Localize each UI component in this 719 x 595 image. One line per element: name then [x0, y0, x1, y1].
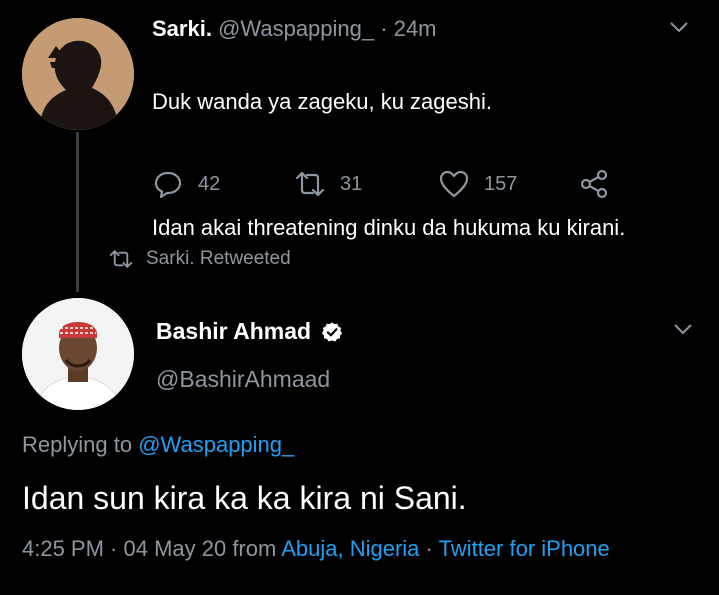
tweet1-author-handle[interactable]: @Waspapping_: [218, 16, 374, 41]
profile-photo-image: [22, 298, 134, 410]
tweet1-line2: Idan akai threatening dinku da hukuma ku…: [152, 215, 626, 240]
sarki-avatar[interactable]: [22, 18, 134, 130]
replying-to: Replying to @Waspapping_: [22, 432, 294, 458]
meta-separator: ·: [419, 536, 439, 561]
share-icon: [580, 169, 608, 199]
tweet1-separator: ·: [380, 16, 388, 41]
tweet1-header: Sarki. @Waspapping_ · 24m: [152, 16, 437, 42]
tweet2-menu-button[interactable]: [672, 318, 694, 345]
tweet1-action-bar: 42 31 157: [152, 168, 612, 204]
replying-to-handle-link[interactable]: @Waspapping_: [138, 432, 294, 457]
tweet2-location-link[interactable]: Abuja, Nigeria: [281, 536, 419, 561]
silhouette-crown-avatar-image: [22, 18, 134, 130]
like-count: 157: [484, 172, 518, 195]
tweet1-author-name[interactable]: Sarki.: [152, 16, 212, 41]
retweet-icon: [109, 250, 133, 268]
tweet2-author-name[interactable]: Bashir Ahmad: [156, 318, 311, 345]
thread-connector-line: [76, 132, 79, 292]
tweet2-timestamp[interactable]: 4:25 PM · 04 May 20 from: [22, 536, 276, 561]
reply-count: 42: [198, 172, 221, 195]
reply-button[interactable]: 42: [152, 168, 220, 200]
tweet1-text: Duk wanda ya zageku, ku zageshi. Idan ak…: [152, 54, 672, 276]
like-button[interactable]: 157: [438, 168, 517, 200]
tweet2-text: Idan sun kira ka ka kira ni Sani.: [22, 480, 467, 516]
tweet2-author-handle[interactable]: @BashirAhmaad: [156, 366, 330, 393]
verified-badge-icon: [321, 321, 343, 341]
retweet-icon: [295, 171, 325, 197]
retweet-button[interactable]: 31: [294, 168, 362, 200]
bashir-avatar[interactable]: [22, 298, 134, 410]
tweet1-timestamp[interactable]: 24m: [394, 16, 437, 41]
tweet2-metadata: 4:25 PM · 04 May 20 from Abuja, Nigeria …: [22, 536, 610, 562]
chevron-down-icon: [674, 324, 692, 335]
tweet2-author: Bashir Ahmad: [156, 318, 343, 345]
tweet2-source-link[interactable]: Twitter for iPhone: [439, 536, 610, 561]
replying-to-label: Replying to: [22, 432, 133, 457]
tweet1-menu-button[interactable]: [668, 16, 690, 43]
retweet-notice-text[interactable]: Sarki. Retweeted: [146, 248, 291, 270]
chevron-down-icon: [670, 22, 688, 33]
share-button[interactable]: [578, 168, 610, 200]
reply-icon: [154, 171, 182, 199]
tweet1-line1: Duk wanda ya zageku, ku zageshi.: [152, 89, 492, 114]
like-icon: [439, 170, 469, 198]
retweet-count: 31: [340, 172, 363, 195]
retweet-notice: Sarki. Retweeted: [108, 248, 291, 270]
